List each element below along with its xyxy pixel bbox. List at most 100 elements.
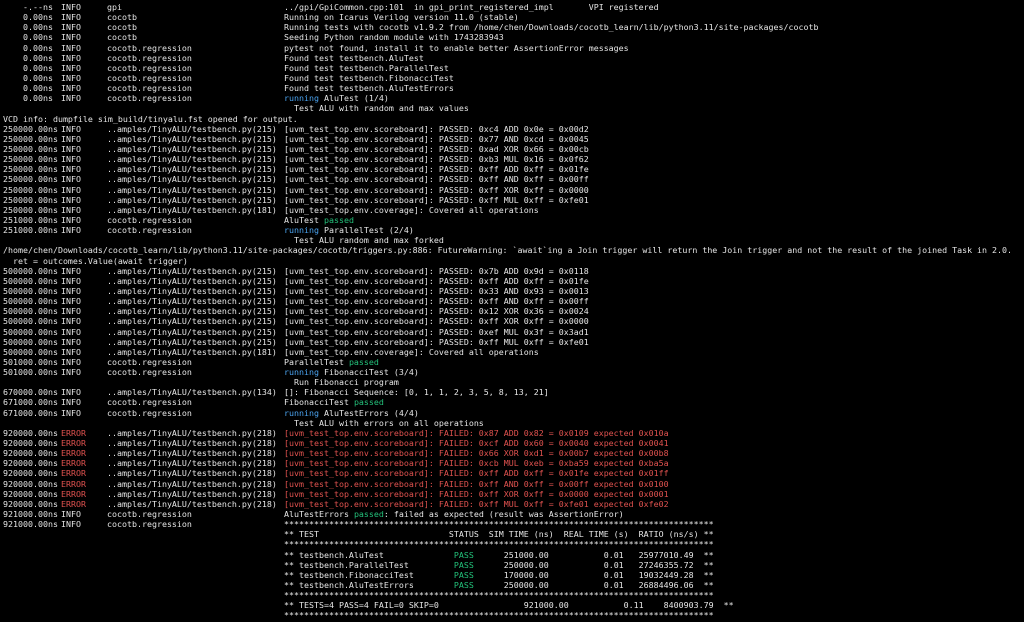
- logger-name: ..amples/TinyALU/testbench.py(218): [107, 488, 277, 499]
- message-text: Found test testbench.FibonacciTest: [284, 72, 454, 83]
- log-line: 501000.00ns INFO cocotb.regression Parallel…: [0, 357, 1024, 367]
- log-message: ** testbench.AluTestErrors PASS 250000.0…: [284, 580, 714, 590]
- message-text: Seeding Python random module with 174328…: [284, 32, 504, 43]
- log-message: [uvm_test_top.env.scoreboard]: FAILED: 0…: [284, 448, 669, 458]
- log-message: Running on Icarus Verilog version 11.0 (…: [284, 12, 519, 22]
- log-line: ** testbench.AluTestErrors PASS 250000.0…: [0, 580, 1024, 590]
- log-message: [uvm_test_top.env.scoreboard]: PASSED: 0…: [284, 124, 589, 134]
- log-message: ** testbench.FibonacciTest PASS 170000.0…: [284, 570, 714, 580]
- message-text: ParallelTest (2/4): [318, 225, 414, 236]
- log-level: ERROR: [61, 458, 86, 469]
- log-level: ERROR: [61, 498, 86, 509]
- log-timestamp: 920000.00ns: [3, 438, 58, 449]
- log-line: 250000.00ns INFO ..amples/TinyALU/testbenc…: [0, 174, 1024, 184]
- log-level: INFO: [61, 62, 81, 73]
- log-line: 0.00ns INFO cocotb.regression Found test te…: [0, 53, 1024, 63]
- log-level: INFO: [61, 285, 81, 296]
- log-message: [uvm_test_top.env.coverage]: Covered all…: [284, 205, 539, 215]
- status-passed: PASS: [453, 569, 474, 580]
- log-timestamp: 0.00ns: [3, 42, 53, 53]
- logger-name: gpi: [107, 2, 122, 12]
- message-text: ** testbench.ParallelTest: [284, 559, 454, 570]
- logger-name: ..amples/TinyALU/testbench.py(215): [107, 194, 277, 205]
- log-message: Test ALU with errors on all operations: [284, 418, 484, 428]
- log-line: ** testbench.ParallelTest PASS 250000.00…: [0, 560, 1024, 570]
- log-line: 500000.00ns INFO ..amples/TinyALU/testbenc…: [0, 266, 1024, 276]
- log-message: [uvm_test_top.env.scoreboard]: PASSED: 0…: [284, 337, 589, 347]
- log-message: pytest not found, install it to enable b…: [284, 43, 629, 53]
- message-text: Run Fibonacci program: [284, 377, 399, 388]
- log-level: INFO: [61, 275, 81, 286]
- log-timestamp: 920000.00ns: [3, 448, 58, 459]
- logger-name: ..amples/TinyALU/testbench.py(215): [107, 306, 277, 317]
- status-passed: PASS: [453, 549, 474, 560]
- log-level: INFO: [61, 164, 81, 175]
- log-line: 250000.00ns INFO ..amples/TinyALU/testbenc…: [0, 154, 1024, 164]
- log-timestamp: 250000.00ns: [3, 204, 58, 215]
- log-message: Found test testbench.AluTest: [284, 53, 424, 63]
- logger-name: cocotb: [107, 12, 137, 23]
- logger-name: cocotb.regression: [107, 62, 192, 73]
- logger-name: cocotb.regression: [107, 519, 192, 530]
- log-line: 251000.00ns INFO cocotb.regression running …: [0, 225, 1024, 235]
- message-text: Test ALU with errors on all operations: [284, 417, 484, 428]
- log-timestamp: 251000.00ns: [3, 225, 58, 236]
- log-level: INFO: [61, 12, 81, 23]
- message-text: [uvm_test_top.env.scoreboard]: PASSED: 0…: [284, 275, 589, 286]
- log-message: [uvm_test_top.env.scoreboard]: PASSED: 0…: [284, 306, 589, 316]
- log-message: running AluTest (1/4): [284, 93, 389, 103]
- log-line: 501000.00ns INFO cocotb.regression running …: [0, 367, 1024, 377]
- message-text: 250000.00 0.01 27246355.72 **: [473, 559, 714, 570]
- log-message: ****************************************…: [284, 610, 714, 620]
- message-text: 250000.00 0.01 26884496.06 **: [473, 580, 714, 591]
- log-message: Found test testbench.FibonacciTest: [284, 73, 454, 83]
- status-running: running: [284, 407, 319, 418]
- message-text: ****************************************…: [284, 610, 714, 621]
- log-line: -.--ns INFO gpi ../gpi/GpiCommon.cpp:101 in…: [0, 2, 1024, 12]
- log-line: 500000.00ns INFO ..amples/TinyALU/testbenc…: [0, 316, 1024, 326]
- log-line: 250000.00ns INFO ..amples/TinyALU/testbenc…: [0, 195, 1024, 205]
- message-text: Running tests with cocotb v1.9.2 from /h…: [284, 22, 819, 33]
- log-message: Found test testbench.AluTestErrors: [284, 83, 454, 93]
- message-text: ../gpi/GpiCommon.cpp:101 in gpi_print_re…: [284, 2, 659, 12]
- logger-name: ..amples/TinyALU/testbench.py(181): [107, 204, 277, 215]
- log-line: 921000.00ns INFO cocotb.regression AluTestE…: [0, 509, 1024, 519]
- log-line: ****************************************…: [0, 610, 1024, 620]
- message-text: ****************************************…: [284, 590, 714, 601]
- log-line: 0.00ns INFO cocotb Running on Icarus Verilo…: [0, 12, 1024, 22]
- terminal-output[interactable]: -.--ns INFO gpi ../gpi/GpiCommon.cpp:101 in…: [0, 0, 1024, 622]
- log-line: ** TEST STATUS SIM TIME (ns) REAL TIME (…: [0, 529, 1024, 539]
- log-line: Test ALU with random and max values: [0, 103, 1024, 113]
- log-timestamp: 0.00ns: [3, 72, 53, 83]
- log-timestamp: 921000.00ns: [3, 509, 58, 520]
- message-text: [uvm_test_top.env.scoreboard]: PASSED: 0…: [284, 184, 589, 195]
- log-message: Found test testbench.ParallelTest: [284, 63, 449, 73]
- log-timestamp: 250000.00ns: [3, 123, 58, 134]
- log-level: ERROR: [61, 427, 86, 438]
- log-timestamp: 251000.00ns: [3, 214, 58, 225]
- message-text: FibonacciTest (3/4): [318, 367, 419, 378]
- log-message: Seeding Python random module with 174328…: [284, 32, 504, 42]
- log-message: [uvm_test_top.env.scoreboard]: FAILED: 0…: [284, 458, 669, 468]
- log-line: /home/chen/Downloads/cocotb_learn/lib/py…: [0, 245, 1024, 255]
- log-timestamp: 250000.00ns: [3, 184, 58, 195]
- log-message: [uvm_test_top.env.scoreboard]: FAILED: 0…: [284, 428, 669, 438]
- message-text: AluTest (1/4): [318, 93, 389, 104]
- message-text: ** TEST STATUS SIM TIME (ns) REAL TIME (…: [284, 529, 714, 540]
- status-running: running: [284, 367, 319, 378]
- message-text: 170000.00 0.01 19032449.28 **: [473, 569, 714, 580]
- message-text: ****************************************…: [284, 519, 714, 530]
- logger-name: cocotb.regression: [107, 42, 192, 53]
- message-text: pytest not found, install it to enable b…: [284, 42, 629, 53]
- log-level: INFO: [61, 407, 81, 418]
- log-line: 920000.00ns ERROR ..amples/TinyALU/testben…: [0, 458, 1024, 468]
- log-level: INFO: [61, 2, 81, 12]
- logger-name: cocotb.regression: [107, 214, 192, 225]
- status-passed: passed: [353, 509, 384, 520]
- log-timestamp: 0.00ns: [3, 83, 53, 94]
- message-text: [uvm_test_top.env.coverage]: Covered all…: [284, 346, 539, 357]
- log-level: INFO: [61, 336, 81, 347]
- log-line: ** TESTS=4 PASS=4 FAIL=0 SKIP=0 921000.0…: [0, 600, 1024, 610]
- status-passed: passed: [348, 356, 379, 367]
- message-text: Test ALU random and max forked: [284, 235, 444, 246]
